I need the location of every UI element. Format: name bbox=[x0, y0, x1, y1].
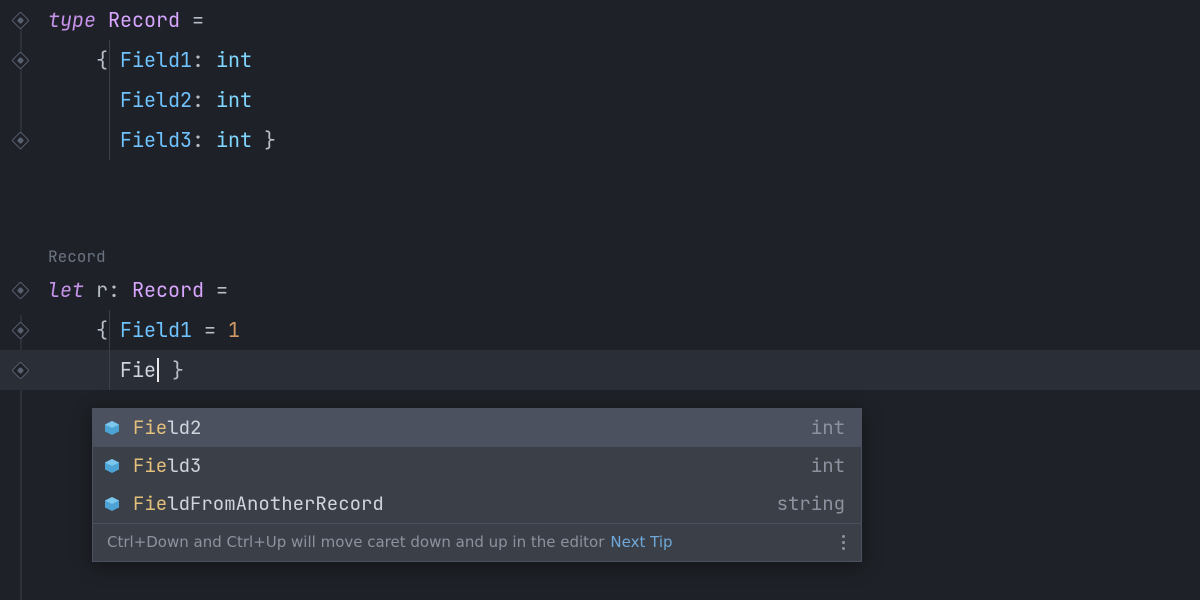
type-ref: int bbox=[216, 129, 252, 151]
code-line[interactable]: { Field1 = 1 bbox=[0, 310, 1200, 350]
code-line[interactable] bbox=[0, 160, 1200, 200]
code-line[interactable] bbox=[0, 200, 1200, 240]
completion-type: int bbox=[811, 418, 845, 439]
completion-hint-bar: Ctrl+Down and Ctrl+Up will move caret do… bbox=[93, 523, 861, 561]
completion-popup[interactable]: Field2 int Field3 int FieldFromAnotherRe… bbox=[92, 408, 862, 562]
field-name: Field3 bbox=[120, 129, 192, 151]
brace-token: { bbox=[96, 49, 120, 71]
type-ref: int bbox=[216, 49, 252, 71]
completion-item[interactable]: FieldFromAnotherRecord string bbox=[93, 485, 861, 523]
code-line[interactable]: type Record = bbox=[0, 0, 1200, 40]
type-annotation: Record bbox=[132, 279, 204, 301]
number-literal: 1 bbox=[228, 319, 240, 341]
code-line[interactable]: Field2: int bbox=[0, 80, 1200, 120]
code-line[interactable]: Field3: int } bbox=[0, 120, 1200, 160]
fold-marker-icon[interactable] bbox=[11, 51, 29, 69]
field-icon bbox=[103, 457, 121, 475]
brace-token: { bbox=[96, 319, 120, 341]
fold-marker-icon[interactable] bbox=[11, 361, 29, 379]
code-line[interactable]: { Field1: int bbox=[0, 40, 1200, 80]
completion-item[interactable]: Field2 int bbox=[93, 409, 861, 447]
kebab-menu-icon[interactable] bbox=[835, 535, 851, 550]
binding-name: r bbox=[96, 279, 108, 301]
equals-token: = bbox=[180, 9, 204, 31]
completion-item[interactable]: Field3 int bbox=[93, 447, 861, 485]
fold-marker-icon[interactable] bbox=[11, 321, 29, 339]
field-icon bbox=[103, 419, 121, 437]
fold-marker-icon[interactable] bbox=[11, 11, 29, 29]
inlay-hint: Record bbox=[0, 240, 1200, 270]
keyword-let: let bbox=[48, 279, 84, 301]
completion-label: Field3 bbox=[133, 456, 811, 477]
field-name: Field1 bbox=[120, 319, 192, 341]
fold-marker-icon[interactable] bbox=[11, 131, 29, 149]
type-name: Record bbox=[108, 9, 180, 31]
field-name: Field2 bbox=[120, 89, 192, 111]
completion-hint-text: Ctrl+Down and Ctrl+Up will move caret do… bbox=[107, 534, 604, 551]
field-name: Field1 bbox=[120, 49, 192, 71]
type-ref: int bbox=[216, 89, 252, 111]
completion-type: int bbox=[811, 456, 845, 477]
code-line-active[interactable]: Fie } bbox=[0, 350, 1200, 390]
field-icon bbox=[103, 495, 121, 513]
typed-prefix: Fie bbox=[120, 359, 156, 381]
completion-label: Field2 bbox=[133, 418, 811, 439]
text-caret bbox=[157, 358, 159, 382]
next-tip-link[interactable]: Next Tip bbox=[610, 534, 672, 551]
keyword-type: type bbox=[48, 9, 96, 31]
completion-label: FieldFromAnotherRecord bbox=[133, 494, 777, 515]
completion-type: string bbox=[777, 494, 845, 515]
fold-marker-icon[interactable] bbox=[11, 281, 29, 299]
code-line[interactable]: let r: Record = bbox=[0, 270, 1200, 310]
